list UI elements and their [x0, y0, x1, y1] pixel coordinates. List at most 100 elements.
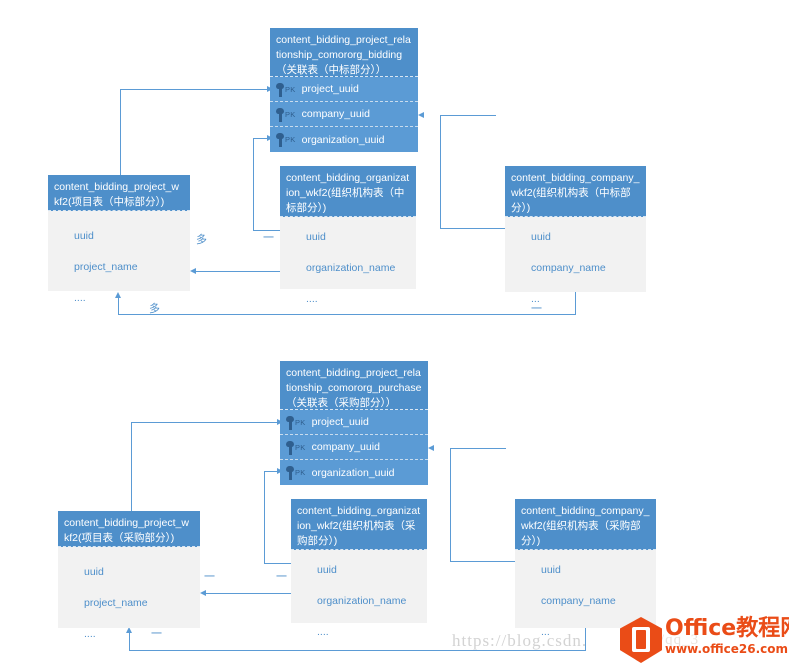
attribute-row[interactable]: company_name	[515, 585, 656, 616]
attribute-row[interactable]: ....	[58, 618, 200, 649]
connector-segment	[440, 115, 496, 116]
key-icon	[286, 440, 294, 455]
connector-segment	[450, 561, 516, 562]
cardinality-label: 一	[204, 570, 215, 583]
attribute-row[interactable]: project_name	[48, 251, 190, 282]
attribute-name: uuid	[541, 563, 561, 576]
entity-header: content_bidding_company_wkf2(组织机构表（采购部分）…	[515, 499, 656, 550]
entity-company-purchase[interactable]: content_bidding_company_wkf2(组织机构表（采购部分）…	[515, 499, 656, 638]
attribute-row[interactable]: project_name	[58, 587, 200, 618]
pk-badge: PK	[285, 84, 296, 94]
pk-badge: PK	[295, 442, 306, 452]
connector-segment	[440, 228, 505, 229]
pk-badge: PK	[285, 135, 296, 144]
attribute-name: project_uuid	[311, 416, 369, 428]
attribute-name: ...	[531, 292, 540, 305]
entity-project-purchase[interactable]: content_bidding_project_wkf2(项目表（采购部分）) …	[58, 511, 200, 640]
attribute-row[interactable]: uuid	[280, 221, 416, 252]
pk-row[interactable]: PK project_uuid	[280, 410, 428, 435]
entity-rel-purchase[interactable]: content_bidding_project_relationship_com…	[280, 361, 428, 485]
key-icon	[286, 415, 294, 430]
attribute-row[interactable]: uuid	[48, 220, 190, 251]
key-icon	[276, 82, 284, 97]
cardinality-label: 一	[276, 570, 287, 583]
cardinality-label: 一	[263, 231, 274, 244]
entity-header: content_bidding_project_relationship_com…	[280, 361, 428, 410]
connector-arrow	[200, 589, 206, 596]
logo-site: www.office26.com	[665, 642, 789, 656]
entity-body: uuid organization_name ....	[291, 550, 427, 638]
pk-row[interactable]: PK project_uuid	[270, 77, 418, 102]
entity-rel-bidding[interactable]: content_bidding_project_relationship_com…	[270, 28, 418, 152]
attribute-row[interactable]: uuid	[515, 554, 656, 585]
cardinality-label: 多	[196, 233, 207, 246]
office-hex-icon	[620, 617, 662, 663]
entity-body: uuid company_name ...	[505, 217, 646, 305]
attribute-name: company_uuid	[311, 441, 380, 453]
attribute-name: company_name	[531, 261, 606, 274]
attribute-row[interactable]: company_name	[505, 252, 646, 283]
er-diagram-canvas: 多 一 多 一 一 一 一 content_bidding_project_re…	[0, 0, 789, 663]
watermark-url: https://blog.csdn.	[452, 631, 588, 650]
attribute-name: organization_uuid	[311, 466, 395, 479]
connector-arrow	[418, 111, 424, 118]
pk-row[interactable]: PK company_uuid	[280, 435, 428, 460]
connector-segment	[131, 422, 278, 423]
attribute-name: project_name	[74, 260, 138, 273]
key-icon	[286, 465, 294, 480]
connector-segment	[118, 314, 576, 315]
entity-body: uuid project_name ....	[58, 547, 200, 640]
attribute-row[interactable]: organization_name	[291, 585, 427, 616]
connector-arrow	[190, 267, 196, 274]
attribute-name: ....	[74, 291, 86, 304]
attribute-name: project_uuid	[301, 83, 359, 95]
connector-segment	[131, 422, 132, 514]
attribute-row[interactable]: uuid	[291, 554, 427, 585]
attribute-name: project_name	[84, 596, 148, 609]
attribute-name: uuid	[74, 229, 94, 242]
attribute-name: uuid	[306, 230, 326, 243]
connector-segment	[196, 271, 280, 272]
connector-segment	[450, 448, 506, 449]
entity-body: uuid organization_name ....	[280, 217, 416, 305]
pk-badge: PK	[285, 109, 296, 119]
pk-badge: PK	[295, 468, 306, 477]
attribute-name: ....	[317, 625, 329, 638]
attribute-name: organization_name	[306, 261, 396, 274]
connector-segment	[120, 89, 268, 90]
pk-row[interactable]: PK organization_uuid	[280, 460, 428, 485]
entity-header: content_bidding_project_relationship_com…	[270, 28, 418, 77]
attribute-row[interactable]: ....	[48, 282, 190, 313]
attribute-row[interactable]: uuid	[58, 556, 200, 587]
attribute-row[interactable]: organization_name	[280, 252, 416, 283]
entity-header: content_bidding_organization_wkf2(组织机构表（…	[291, 499, 427, 550]
attribute-row[interactable]: uuid	[505, 221, 646, 252]
entity-company-bidding[interactable]: content_bidding_company_wkf2(组织机构表（中标部分）…	[505, 166, 646, 305]
pk-badge: PK	[295, 417, 306, 427]
connector-segment	[253, 138, 254, 230]
attribute-row[interactable]: ...	[505, 283, 646, 314]
attribute-row[interactable]: ....	[291, 616, 427, 647]
key-icon	[276, 132, 284, 147]
entity-body: PK project_uuid PK company_uuid PK organ…	[280, 410, 428, 485]
pk-row[interactable]: PK organization_uuid	[270, 127, 418, 152]
attribute-name: ....	[306, 292, 318, 305]
attribute-name: company_uuid	[301, 108, 370, 120]
attribute-row[interactable]: ....	[280, 283, 416, 314]
attribute-name: uuid	[531, 230, 551, 243]
office-logo: Office教程网 www.office26.com	[620, 617, 789, 663]
key-icon	[276, 107, 284, 122]
connector-segment	[120, 89, 121, 175]
pk-row[interactable]: PK company_uuid	[270, 102, 418, 127]
entity-organization-purchase[interactable]: content_bidding_organization_wkf2(组织机构表（…	[291, 499, 427, 638]
entity-header: content_bidding_project_wkf2(项目表（采购部分）)	[58, 511, 200, 547]
connector-segment	[450, 448, 451, 561]
attribute-name: company_name	[541, 594, 616, 607]
entity-organization-bidding[interactable]: content_bidding_organization_wkf2(组织机构表（…	[280, 166, 416, 305]
attribute-name: organization_name	[317, 594, 407, 607]
attribute-name: uuid	[84, 565, 104, 578]
attribute-name: organization_uuid	[301, 133, 385, 146]
entity-project-bidding[interactable]: content_bidding_project_wkf2(项目表（中标部分）) …	[48, 175, 190, 304]
entity-header: content_bidding_project_wkf2(项目表（中标部分）)	[48, 175, 190, 211]
entity-header: content_bidding_company_wkf2(组织机构表（中标部分）…	[505, 166, 646, 217]
